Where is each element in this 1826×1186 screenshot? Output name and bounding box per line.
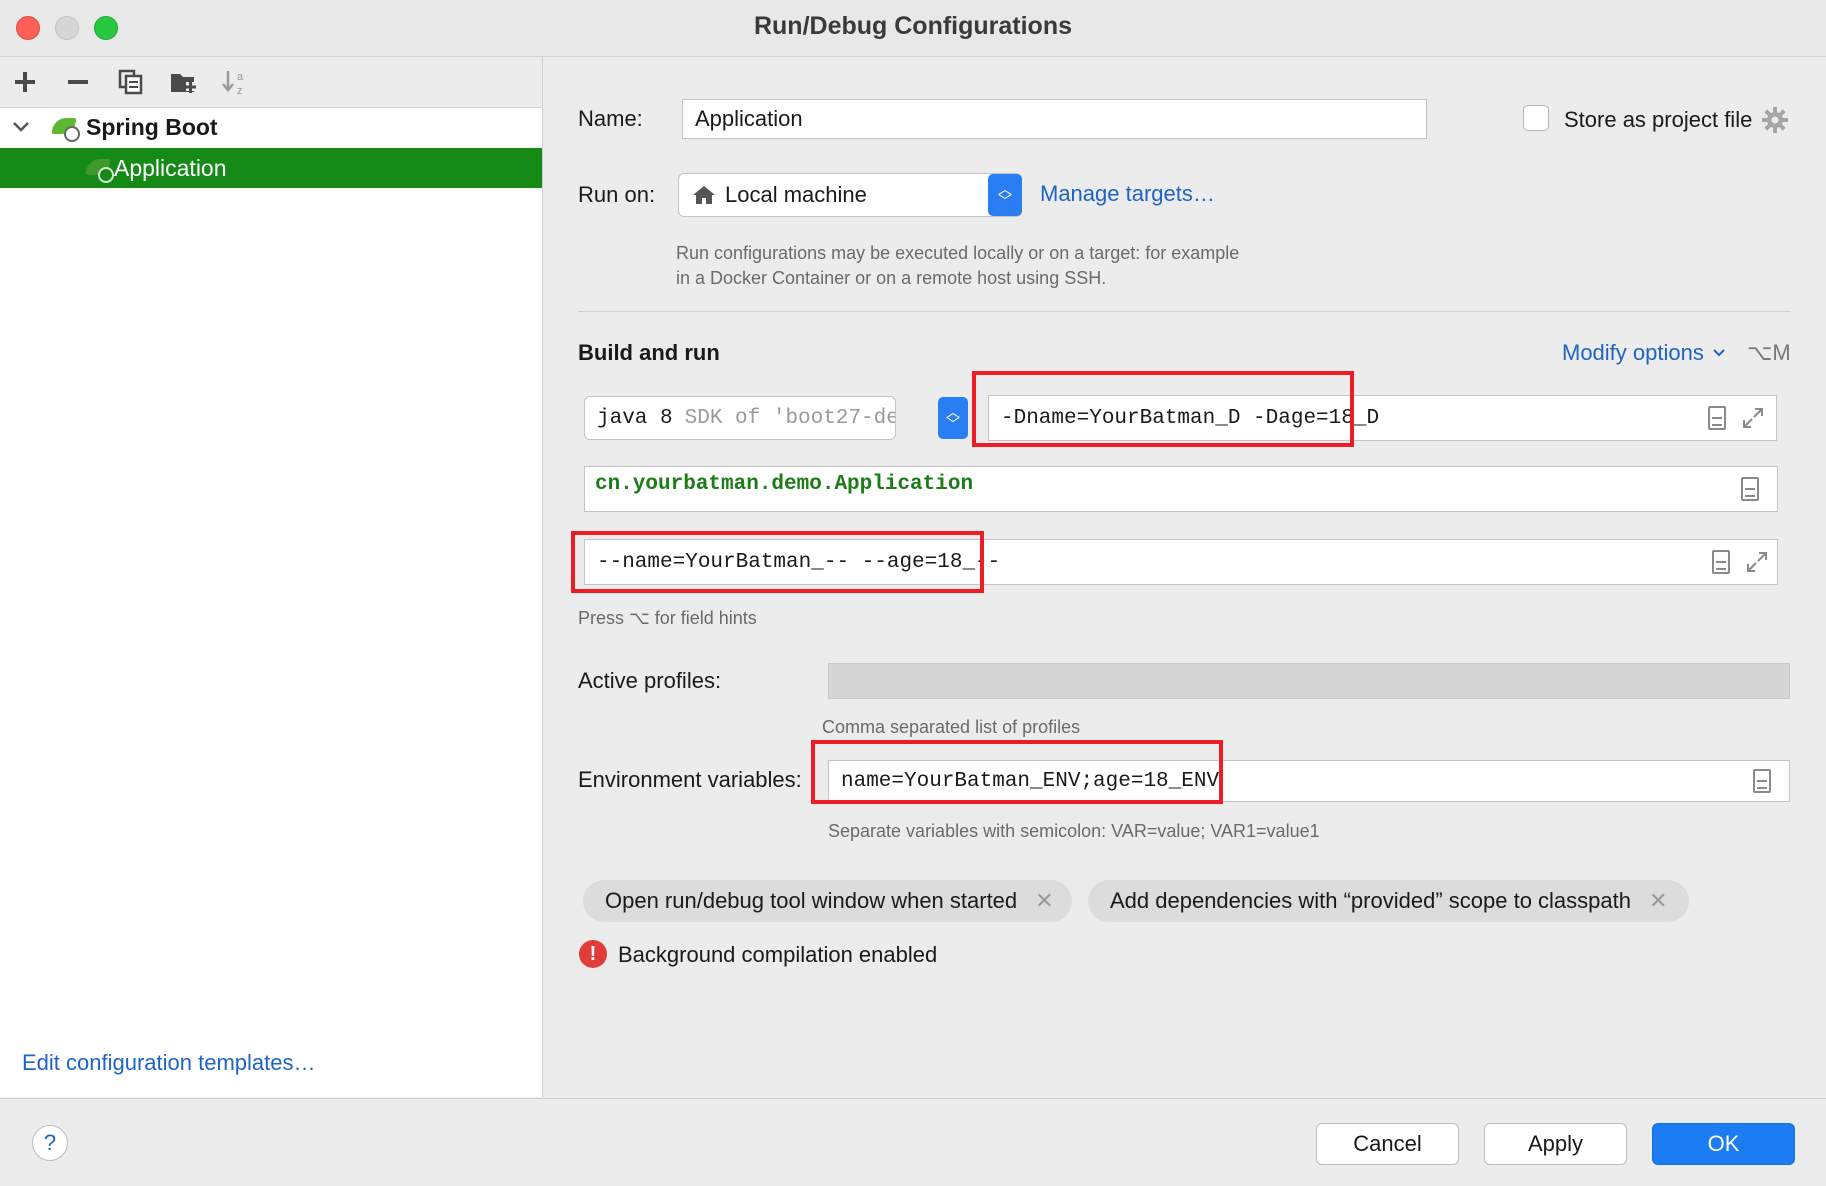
option-chip-open-tool-window[interactable]: Open run/debug tool window when started … [583,880,1072,922]
jre-select-version: java 8 [597,406,673,430]
chevron-down-icon [1712,348,1726,358]
document-icon[interactable] [1703,404,1731,432]
main-class-input[interactable]: cn.yourbatman.demo.Application [584,466,1778,512]
document-icon[interactable] [1748,767,1776,795]
cancel-button[interactable]: Cancel [1316,1123,1459,1165]
jre-select-description: SDK of 'boot27-demo [684,406,895,430]
title-bar: Run/Debug Configurations [0,0,1826,57]
gear-icon[interactable] [1761,106,1789,139]
document-icon[interactable] [1736,475,1764,503]
store-as-project-file-label: Store as project file [1564,107,1753,132]
apply-button[interactable]: Apply [1484,1123,1627,1165]
section-divider [578,311,1791,312]
modify-options-shortcut: ⌥M [1747,340,1791,365]
ok-button[interactable]: OK [1652,1123,1795,1165]
name-input-value: Application [695,106,803,131]
error-icon: ! [579,940,607,968]
tree-item-spring-boot[interactable]: Spring Boot [0,107,542,147]
configuration-form: Name: Application Store as project file … [543,57,1826,1097]
add-icon[interactable] [8,65,42,99]
dialog-footer: ? Cancel Apply OK [0,1098,1826,1186]
run-on-hint-line1: Run configurations may be executed local… [676,243,1240,263]
program-arguments-input[interactable]: --name=YourBatman_-- --age=18_-- [584,539,1778,585]
name-label: Name: [578,106,643,131]
active-profiles-label: Active profiles: [578,668,722,693]
modify-options-label: Modify options [1562,340,1704,365]
tree-item-label: Application [114,154,227,181]
svg-text:a: a [237,71,244,83]
spring-boot-icon [84,157,114,183]
close-icon[interactable]: ✕ [1035,888,1053,914]
home-icon [691,184,717,206]
build-and-run-heading: Build and run [578,340,720,365]
environment-variables-label: Environment variables: [578,767,802,792]
document-icon[interactable] [1707,548,1735,576]
store-as-project-file-checkbox[interactable] [1523,105,1549,131]
sidebar-toolbar: az [0,57,542,108]
help-button[interactable]: ? [32,1125,68,1161]
run-on-value: Local machine [725,182,867,207]
spring-boot-icon [50,116,80,142]
background-compilation-warning: Background compilation enabled [618,942,938,967]
window-title: Run/Debug Configurations [753,12,1073,40]
name-input[interactable]: Application [682,99,1427,139]
tree-item-application[interactable]: Application [0,148,542,188]
remove-icon[interactable] [61,65,95,99]
run-on-select[interactable]: Local machine [678,173,1022,217]
program-arguments-value: --name=YourBatman_-- --age=18_-- [597,550,1001,574]
field-hints-text: Press ⌥ for field hints [578,608,757,628]
jre-select[interactable]: java 8 SDK of 'boot27-demo [584,396,896,440]
copy-icon[interactable] [114,65,148,99]
folder-add-icon[interactable] [166,65,200,99]
main-class-value: cn.yourbatman.demo.Application [595,473,974,496]
vm-options-value: -Dname=YourBatman_D -Dage=18_D [1001,406,1380,430]
edit-configuration-templates-link[interactable]: Edit configuration templates… [22,1050,316,1076]
run-on-label: Run on: [578,182,656,207]
option-chip-label: Open run/debug tool window when started [605,888,1018,913]
close-icon[interactable]: ✕ [1649,888,1667,914]
environment-variables-input[interactable]: name=YourBatman_ENV;age=18_ENV [828,760,1790,802]
active-profiles-hint: Comma separated list of profiles [822,717,1081,737]
option-chip-provided-scope[interactable]: Add dependencies with “provided” scope t… [1088,880,1689,922]
manage-targets-link[interactable]: Manage targets… [1040,181,1215,207]
environment-variables-value: name=YourBatman_ENV;age=18_ENV [841,769,1220,793]
expand-icon[interactable] [1743,548,1771,576]
chevron-up-down-icon[interactable]: ︿ ﹀ [988,174,1022,216]
sort-icon[interactable]: az [218,65,252,99]
svg-text:z: z [237,85,243,96]
environment-variables-hint: Separate variables with semicolon: VAR=v… [828,821,1320,841]
option-chip-label: Add dependencies with “provided” scope t… [1110,888,1631,913]
tree-item-label: Spring Boot [86,113,218,140]
active-profiles-input[interactable] [828,663,1790,699]
run-on-hint-line2: in a Docker Container or on a remote hos… [676,268,1107,288]
expand-icon[interactable] [1739,404,1767,432]
chevron-up-down-icon[interactable]: ︿ ﹀ [938,397,968,439]
chevron-down-icon[interactable] [12,121,34,133]
run-debug-configurations-window: Run/Debug Configurations az Spring Boot … [0,0,1826,1186]
configurations-sidebar: az Spring Boot Application Edit configur… [0,57,543,1097]
modify-options-link[interactable]: Modify options [1562,340,1726,366]
vm-options-input[interactable]: -Dname=YourBatman_D -Dage=18_D [988,395,1777,441]
